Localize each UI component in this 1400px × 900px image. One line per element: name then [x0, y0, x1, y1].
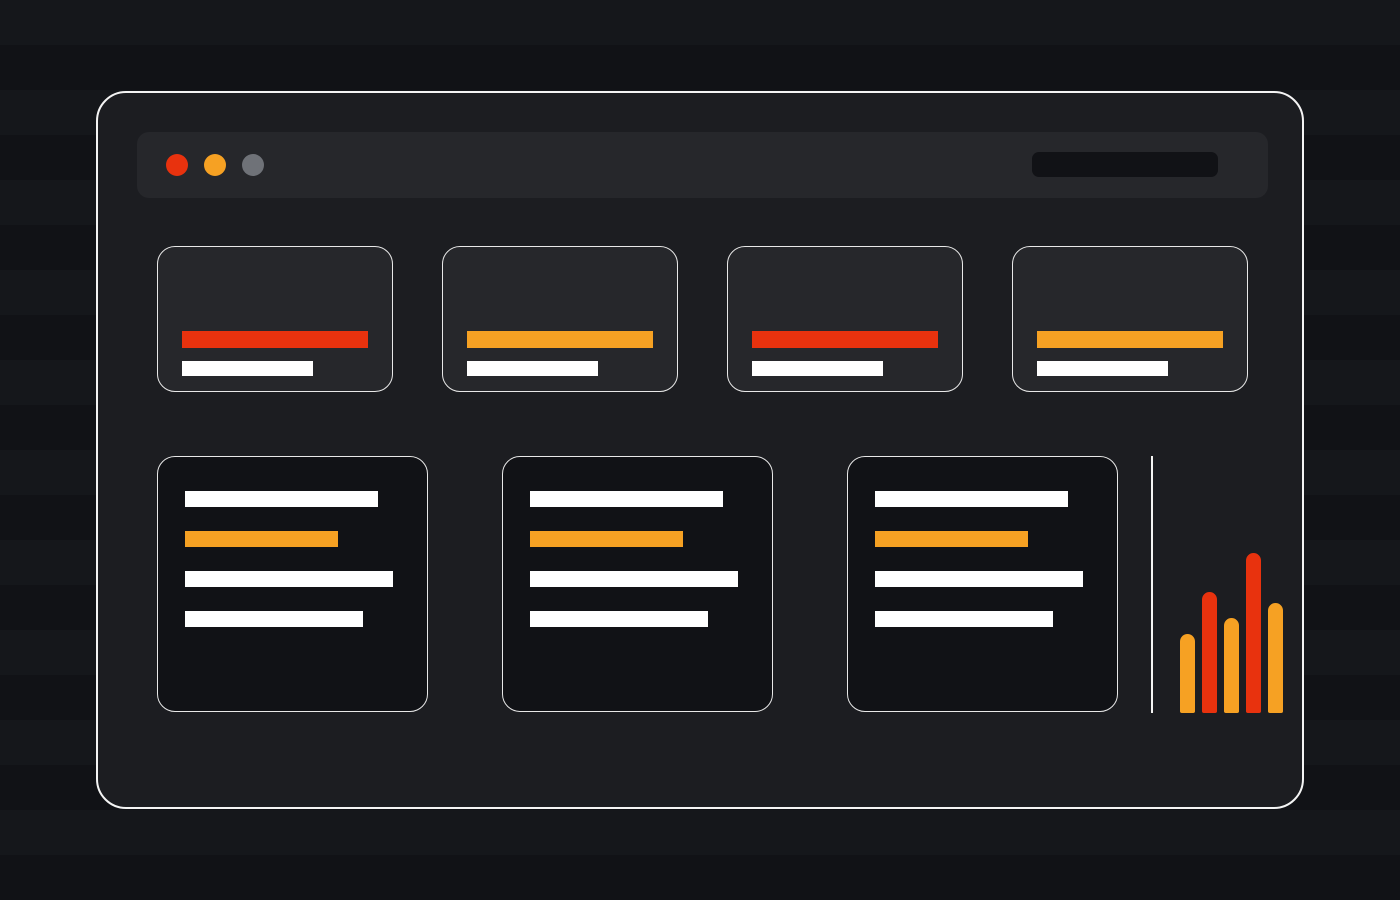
mini-chart-bar-1 [1180, 634, 1195, 713]
text-line-placeholder [185, 611, 363, 627]
highlight-line-placeholder [875, 531, 1028, 547]
stat-card-1[interactable] [157, 246, 393, 392]
content-card-2[interactable] [502, 456, 773, 712]
content-card-3[interactable] [847, 456, 1118, 712]
stat-card-subtext-placeholder [182, 361, 313, 376]
app-window [96, 91, 1304, 809]
stat-card-accent-bar [752, 331, 938, 348]
mini-chart-bar-2 [1202, 592, 1217, 713]
text-line-placeholder [875, 571, 1083, 587]
text-line-placeholder [530, 571, 738, 587]
mini-bar-chart [1180, 533, 1290, 713]
minimize-window-button[interactable] [204, 154, 226, 176]
maximize-window-button[interactable] [242, 154, 264, 176]
mini-chart-bar-4 [1246, 553, 1261, 713]
close-window-button[interactable] [166, 154, 188, 176]
text-line-placeholder [530, 611, 708, 627]
stat-card-4[interactable] [1012, 246, 1248, 392]
mini-chart-bar-5 [1268, 603, 1283, 713]
stat-card-accent-bar [182, 331, 368, 348]
stat-card-subtext-placeholder [1037, 361, 1168, 376]
address-bar[interactable] [1032, 152, 1218, 177]
stat-card-3[interactable] [727, 246, 963, 392]
highlight-line-placeholder [530, 531, 683, 547]
mini-chart-bar-3 [1224, 618, 1239, 713]
stat-card-subtext-placeholder [752, 361, 883, 376]
stat-card-2[interactable] [442, 246, 678, 392]
stat-card-subtext-placeholder [467, 361, 598, 376]
content-card-1[interactable] [157, 456, 428, 712]
highlight-line-placeholder [185, 531, 338, 547]
stat-card-accent-bar [1037, 331, 1223, 348]
text-line-placeholder [875, 611, 1053, 627]
vertical-divider [1151, 456, 1153, 713]
text-line-placeholder [185, 491, 378, 507]
text-line-placeholder [875, 491, 1068, 507]
text-line-placeholder [185, 571, 393, 587]
stat-card-accent-bar [467, 331, 653, 348]
text-line-placeholder [530, 491, 723, 507]
window-titlebar [137, 132, 1268, 198]
